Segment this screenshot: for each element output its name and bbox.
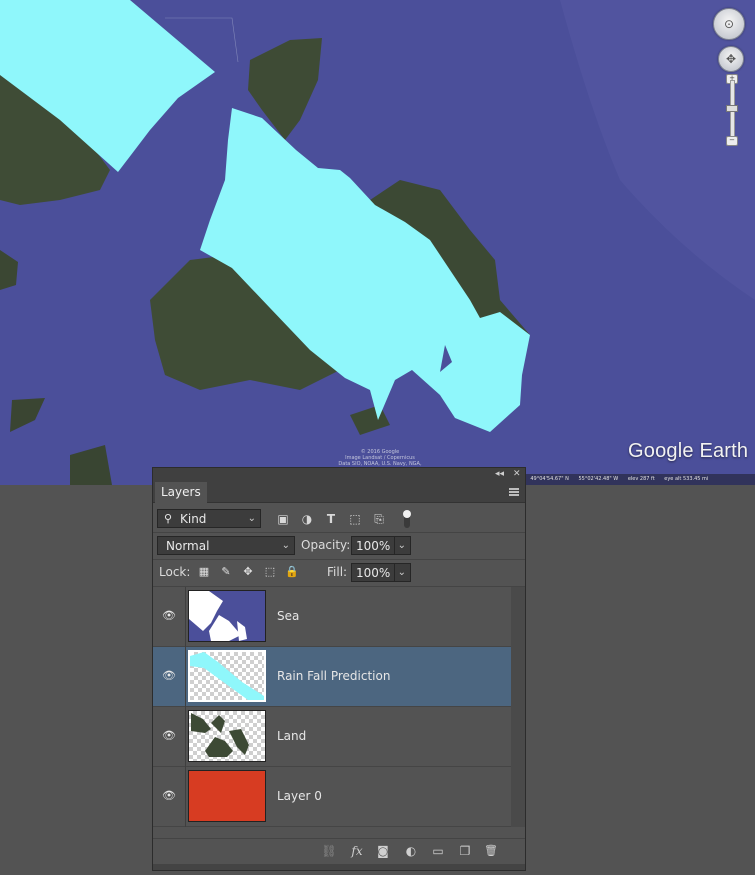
land-thumbnail-image — [191, 713, 249, 757]
blend-row: Normal ⌄ Opacity: 100% ⌄ — [153, 533, 525, 560]
zoom-out-icon[interactable]: − — [726, 136, 738, 146]
new-group-icon[interactable]: ▭ — [430, 843, 446, 859]
visibility-eye-icon[interactable]: 👁 — [161, 789, 177, 803]
hand-icon: ✥ — [725, 52, 737, 66]
filter-row: ⚲ Kind ⌄ ▣ ◑ T ⬚ ⎘ — [153, 506, 525, 533]
opacity-field[interactable]: 100% ⌄ — [351, 536, 411, 555]
latitude-readout: 49°04'54.67" N — [530, 476, 569, 482]
add-mask-icon[interactable]: ◙ — [375, 843, 391, 859]
opacity-value: 100% — [356, 539, 391, 553]
chevron-down-icon[interactable]: ⌄ — [393, 537, 406, 555]
lock-image-pixels-icon[interactable]: ✎ — [219, 565, 233, 579]
fill-value: 100% — [356, 566, 391, 580]
lock-position-icon[interactable]: ✥ — [241, 565, 255, 579]
layer-name: Land — [277, 729, 307, 743]
visibility-eye-icon[interactable]: 👁 — [161, 729, 177, 743]
layer-thumbnail — [188, 710, 266, 762]
layer-name: Sea — [277, 609, 300, 623]
sea-thumbnail-image — [189, 591, 265, 641]
coordinates-status-bar: 2015 49°04'54.67" N 55°02'42.48" W elev … — [500, 474, 755, 485]
move-joystick-control[interactable]: ✥ — [718, 46, 744, 72]
lock-label: Lock: — [159, 565, 191, 579]
layer-row-sea[interactable]: 👁 Sea — [153, 587, 511, 647]
layers-panel: ◂◂ ✕ Layers ⚲ Kind ⌄ ▣ ◑ T ⬚ ⎘ Normal ⌄ … — [152, 467, 526, 871]
panel-menu-icon[interactable] — [509, 488, 519, 496]
shape-filter-icon[interactable]: ⬚ — [347, 511, 363, 527]
filter-kind-select[interactable]: ⚲ Kind ⌄ — [157, 509, 261, 528]
collapse-panel-icon[interactable]: ◂◂ — [495, 469, 504, 479]
zoom-slider[interactable]: + − — [726, 74, 738, 146]
new-layer-icon[interactable]: ❐ — [457, 843, 473, 859]
image-filter-icon[interactable]: ▣ — [275, 511, 291, 527]
look-joystick-control[interactable]: ⊙ — [713, 8, 745, 40]
filter-kind-value: Kind — [180, 512, 207, 526]
lock-artboard-icon[interactable]: ⬚ — [263, 565, 277, 579]
satellite-imagery — [0, 0, 755, 485]
divider — [185, 587, 186, 647]
tab-layers[interactable]: Layers — [155, 482, 207, 503]
layer-name: Rain Fall Prediction — [277, 669, 391, 683]
lock-all-icon[interactable]: 🔒 — [285, 565, 299, 579]
panel-tabs: Layers — [153, 482, 525, 503]
divider — [185, 767, 186, 827]
layers-list: 👁 Sea 👁 Rain Fall Prediction 👁 Land 👁 La… — [153, 587, 511, 827]
adjustment-layer-icon[interactable]: ◐ — [403, 843, 419, 859]
search-icon: ⚲ — [164, 512, 173, 525]
layer-row-rain-fall-prediction[interactable]: 👁 Rain Fall Prediction — [153, 647, 511, 707]
panel-title-bar: ◂◂ ✕ — [153, 468, 525, 482]
layer-row-land[interactable]: 👁 Land — [153, 707, 511, 767]
adjustment-filter-icon[interactable]: ◑ — [299, 511, 315, 527]
divider — [185, 647, 186, 707]
layer-thumbnail — [188, 770, 266, 822]
smart-object-filter-icon[interactable]: ⎘ — [371, 511, 387, 527]
opacity-label: Opacity: — [301, 538, 351, 552]
visibility-eye-icon[interactable]: 👁 — [161, 609, 177, 623]
eye-icon: ⊙ — [723, 17, 735, 31]
close-panel-icon[interactable]: ✕ — [513, 469, 521, 479]
google-earth-logo: Google Earth — [628, 440, 749, 462]
layer-thumbnail — [188, 590, 266, 642]
blend-mode-value: Normal — [166, 539, 210, 553]
link-layers-icon[interactable]: ⛓ — [321, 843, 337, 859]
divider — [185, 707, 186, 767]
layer-row-layer-0[interactable]: 👁 Layer 0 — [153, 767, 511, 827]
longitude-readout: 55°02'42.48" W — [578, 476, 619, 482]
layer-thumbnail — [188, 650, 266, 702]
zoom-handle[interactable] — [726, 105, 738, 112]
elevation-readout: elev 287 ft — [627, 476, 655, 482]
fill-label: Fill: — [327, 565, 348, 579]
layer-name: Layer 0 — [277, 789, 322, 803]
panel-footer: ⛓ fx ◙ ◐ ▭ ❐ 🗑 — [153, 838, 525, 865]
lock-transparent-pixels-icon[interactable]: ▦ — [197, 565, 211, 579]
filter-toggle-knob — [403, 510, 411, 518]
fill-field[interactable]: 100% ⌄ — [351, 563, 411, 582]
panel-bottom-edge — [153, 864, 525, 870]
eye-altitude-readout: eye alt 533.45 mi — [664, 476, 709, 482]
chevron-down-icon: ⌄ — [281, 540, 290, 551]
type-filter-icon[interactable]: T — [323, 511, 339, 527]
blend-mode-select[interactable]: Normal ⌄ — [157, 536, 295, 555]
map-viewport[interactable]: ⊙ ✥ + − © 2016 Google Image Landsat / Co… — [0, 0, 755, 485]
fx-icon[interactable]: fx — [349, 843, 365, 859]
lock-row: Lock: ▦ ✎ ✥ ⬚ 🔒 Fill: 100% ⌄ — [153, 560, 525, 587]
chevron-down-icon[interactable]: ⌄ — [393, 564, 406, 582]
delete-layer-icon[interactable]: 🗑 — [483, 843, 499, 859]
layers-scrollbar[interactable] — [511, 587, 525, 827]
rain-thumbnail-image — [190, 652, 264, 700]
chevron-down-icon: ⌄ — [247, 513, 256, 524]
visibility-eye-icon[interactable]: 👁 — [161, 669, 177, 683]
